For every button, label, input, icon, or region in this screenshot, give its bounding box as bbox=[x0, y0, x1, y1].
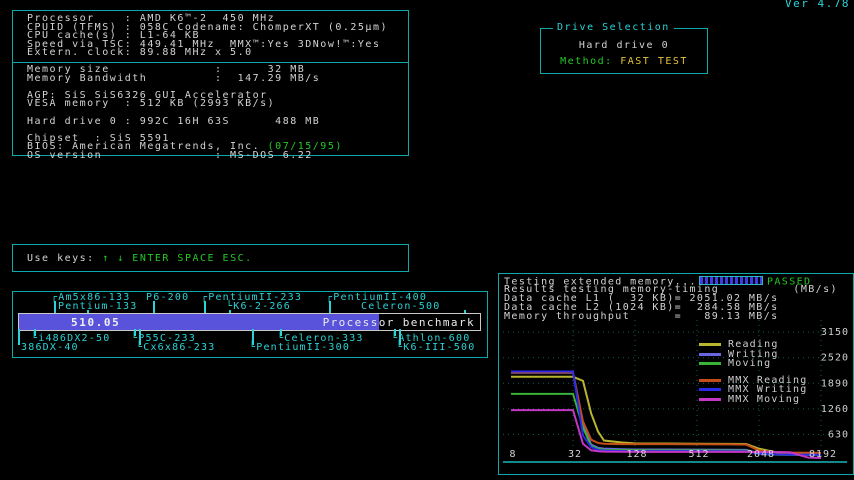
version-label: Ver 4.78 bbox=[785, 0, 850, 10]
drive-selection-panel: Drive Selection Hard drive 0 Method: FAS… bbox=[540, 28, 708, 74]
connector-line bbox=[252, 329, 254, 345]
x-tick-label: 8192 bbox=[809, 449, 837, 460]
legend-swatch bbox=[699, 343, 721, 346]
cpu-info-section: Processor : AMD K6™-2 450 MHzCPUID (TFMS… bbox=[13, 11, 408, 60]
memory-test-panel: Testing extended memory...PASSEDResults … bbox=[498, 273, 854, 475]
selected-drive-item[interactable]: Hard drive 0 bbox=[541, 40, 707, 51]
y-tick-label: 1890 bbox=[821, 378, 849, 389]
connector-line bbox=[139, 329, 141, 345]
connector-line bbox=[394, 329, 396, 336]
memory-info-section: Memory size : 32 MBMemory Bandwidth : 14… bbox=[13, 65, 408, 161]
cpu-label: Celeron-500 bbox=[361, 302, 440, 311]
cpu-label: Pentium-133 bbox=[58, 302, 137, 311]
method-label: Method: bbox=[560, 56, 620, 67]
x-tick-label: 8 bbox=[509, 449, 516, 460]
y-tick-label: 3150 bbox=[821, 327, 849, 338]
keys-help-label: Use keys: bbox=[27, 253, 102, 264]
info-line: Memory Bandwidth : 147.29 MB/s bbox=[27, 75, 408, 84]
cpu-label: └K6-2-266 bbox=[226, 302, 291, 311]
cpu-label: └K6-III-500 bbox=[396, 343, 475, 352]
info-text: Hard drive 0 : 992C 16H 63S 488 MB bbox=[27, 116, 320, 127]
x-tick-label: 512 bbox=[688, 449, 709, 460]
benchmark-bar[interactable]: 510.05 Processor benchmark bbox=[18, 313, 481, 331]
benchmark-bar-label: Processor benchmark bbox=[323, 316, 475, 329]
benchmark-score: 510.05 bbox=[71, 316, 120, 329]
connector-line bbox=[87, 310, 89, 313]
cpu-label: └PentiumII-300 bbox=[249, 343, 350, 352]
info-text: VESA memory : 512 KB (2993 KB/s) bbox=[27, 98, 275, 109]
legend-label: MMX Moving bbox=[728, 394, 800, 405]
drive-selection-title: Drive Selection bbox=[553, 22, 674, 33]
connector-line bbox=[153, 301, 155, 313]
system-info-panel: Processor : AMD K6™-2 450 MHzCPUID (TFMS… bbox=[12, 10, 409, 156]
connector-line bbox=[229, 310, 231, 313]
connector-line bbox=[329, 301, 331, 313]
connector-line bbox=[280, 329, 282, 336]
cpu-benchmark-panel: 510.05 Processor benchmark ┌Am5x86-133P6… bbox=[12, 291, 488, 358]
info-line: VESA memory : 512 KB (2993 KB/s) bbox=[27, 100, 408, 109]
connector-line bbox=[34, 329, 36, 336]
info-line: Hard drive 0 : 992C 16H 63S 488 MB bbox=[27, 118, 408, 127]
x-tick-label: 128 bbox=[626, 449, 647, 460]
legend-item: MMX Moving bbox=[699, 395, 807, 405]
dos-benchmark-screen: Ver 4.78 Processor : AMD K6™-2 450 MHzCP… bbox=[0, 0, 854, 480]
connector-line bbox=[54, 301, 56, 313]
keys-help-keys: ↑ ↓ ENTER SPACE ESC. bbox=[102, 253, 252, 264]
y-tick-label: 1260 bbox=[821, 404, 849, 415]
legend-swatch bbox=[699, 353, 721, 356]
info-line: Extern. clock: 89.88 MHz x 5.0 bbox=[27, 49, 408, 58]
info-text: Extern. clock: 89.88 MHz x 5.0 bbox=[27, 47, 253, 58]
info-text: OS version : MS-DOS 6.22 bbox=[27, 150, 313, 161]
connector-line bbox=[204, 301, 206, 313]
legend-swatch bbox=[699, 379, 721, 382]
info-text: Memory Bandwidth : 147.29 MB/s bbox=[27, 73, 320, 84]
drive-method-line: Method: FAST TEST bbox=[541, 56, 707, 67]
legend-swatch bbox=[699, 398, 721, 401]
legend-item: Moving bbox=[699, 359, 807, 369]
y-tick-label: 2520 bbox=[821, 353, 849, 364]
legend-swatch bbox=[699, 388, 721, 391]
info-line: OS version : MS-DOS 6.22 bbox=[27, 152, 408, 161]
x-tick-label: 2048 bbox=[747, 449, 775, 460]
legend-label: Moving bbox=[728, 358, 771, 369]
keys-help-line: Use keys: ↑ ↓ ENTER SPACE ESC. bbox=[13, 245, 408, 264]
cpu-label: └Cx6x86-233 bbox=[136, 343, 215, 352]
y-tick-label: 630 bbox=[828, 429, 849, 440]
connector-line bbox=[464, 310, 466, 313]
x-tick-label: 32 bbox=[568, 449, 582, 460]
connector-line bbox=[18, 329, 20, 345]
method-value: FAST TEST bbox=[620, 56, 688, 67]
chart-legend: ReadingWritingMovingMMX ReadingMMX Writi… bbox=[699, 340, 807, 404]
cpu-label: 386DX-40 bbox=[21, 343, 79, 352]
keys-help-panel: Use keys: ↑ ↓ ENTER SPACE ESC. bbox=[12, 244, 409, 272]
legend-swatch bbox=[699, 362, 721, 365]
section-divider bbox=[13, 62, 408, 63]
connector-line bbox=[399, 329, 401, 345]
connector-line bbox=[134, 329, 136, 336]
